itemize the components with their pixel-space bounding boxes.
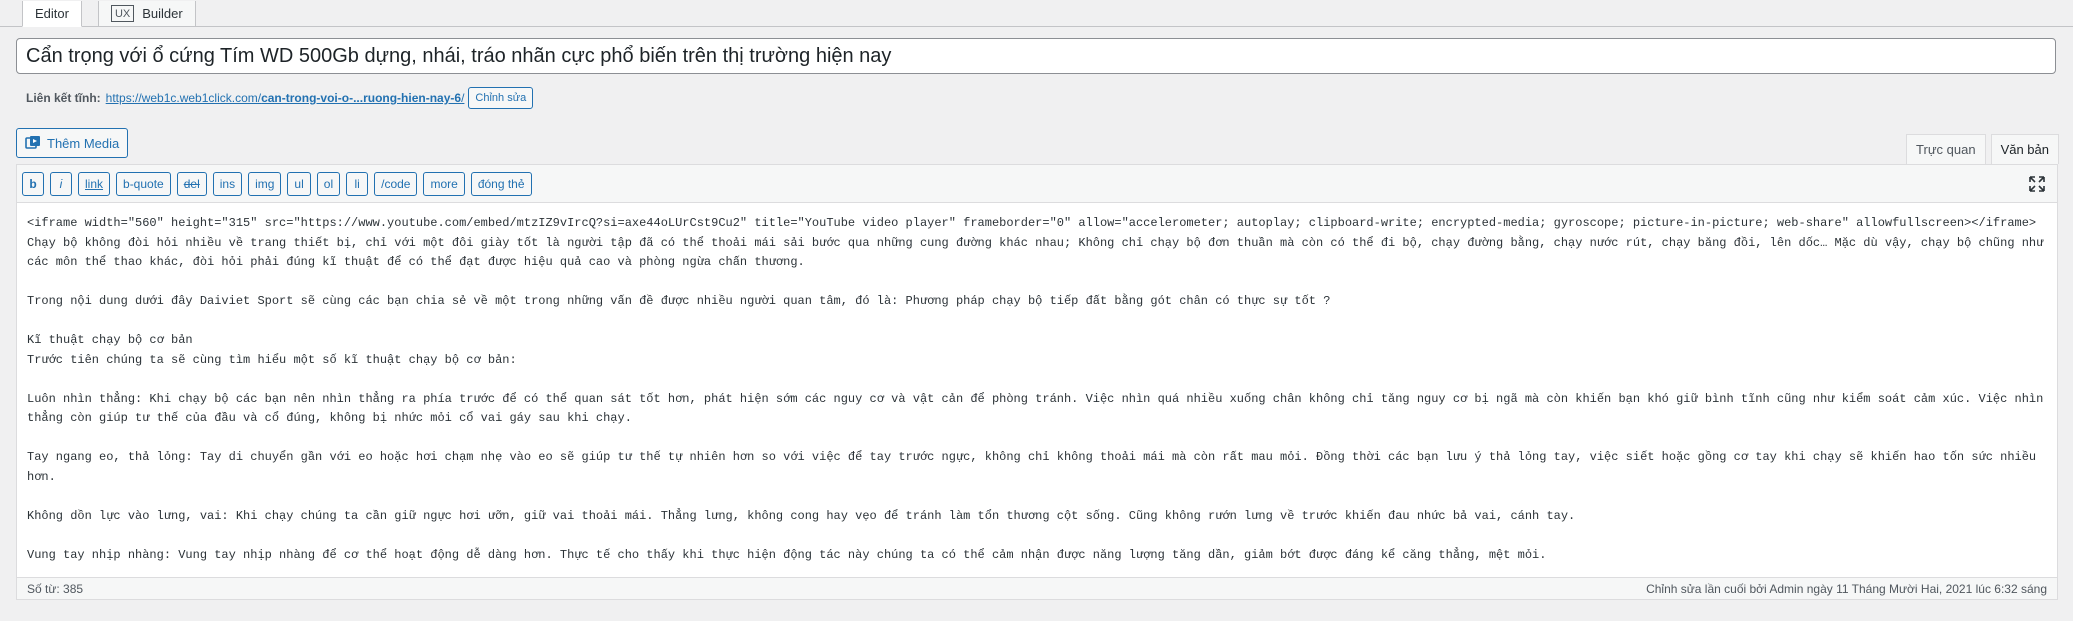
content-line: Luôn nhìn thẳng: Khi chạy bộ các bạn nên… bbox=[27, 391, 2051, 426]
qt-li-button[interactable]: li bbox=[346, 171, 369, 196]
top-tabs-divider bbox=[0, 26, 2073, 27]
permalink-row: Liên kết tĩnh: https://web1c.web1click.c… bbox=[26, 87, 534, 109]
post-title-input[interactable]: Cẩn trọng với ổ cứng Tím WD 500Gb dựng, … bbox=[16, 38, 2056, 74]
edit-permalink-button[interactable]: Chỉnh sửa bbox=[468, 87, 534, 109]
content-blank-line bbox=[27, 312, 2047, 332]
content-blank-line bbox=[27, 526, 2047, 546]
content-line: <iframe width="560" height="315" src="ht… bbox=[27, 216, 2037, 230]
content-line: Kĩ thuật chạy bộ cơ bản bbox=[27, 333, 193, 347]
last-edit-info: Chỉnh sửa lần cuối bởi Admin ngày 11 Thá… bbox=[1646, 581, 2047, 596]
text-editor: b i link b-quote del ins img ul ol li /c… bbox=[16, 164, 2058, 600]
content-line: Tay ngang eo, thả lỏng: Tay di chuyển gầ… bbox=[27, 450, 2044, 484]
permalink-url-prefix: https://web1c.web1click.com/ bbox=[105, 91, 262, 105]
qt-code-button[interactable]: /code bbox=[374, 171, 418, 196]
content-line: Trong nội dung dưới đây Daiviet Sport sẽ… bbox=[27, 294, 1331, 308]
page-builder-tabs: Editor UX Builder bbox=[22, 0, 212, 27]
content-textarea[interactable]: <iframe width="560" height="315" src="ht… bbox=[17, 203, 2057, 588]
content-blank-line bbox=[27, 429, 2047, 449]
qt-bold-button[interactable]: b bbox=[22, 171, 44, 196]
qt-italic-button[interactable]: i bbox=[50, 171, 72, 196]
tab-ux-builder[interactable]: UX Builder bbox=[97, 1, 196, 27]
add-media-label: Thêm Media bbox=[47, 135, 120, 151]
tab-ux-builder-label: Builder bbox=[142, 6, 183, 21]
qt-ins-button[interactable]: ins bbox=[212, 171, 243, 196]
tab-editor[interactable]: Editor bbox=[22, 1, 82, 27]
word-count: Số từ: 385 bbox=[27, 581, 84, 596]
qt-link-button[interactable]: link bbox=[78, 171, 111, 196]
permalink-link[interactable]: https://web1c.web1click.com/can-trong-vo… bbox=[106, 91, 465, 105]
content-line: Không dồn lực vào lưng, vai: Khi chạy ch… bbox=[27, 508, 1576, 523]
editor-status-bar: Số từ: 385 Chỉnh sửa lần cuối bởi Admin … bbox=[17, 577, 2057, 599]
qt-more-button[interactable]: more bbox=[423, 171, 465, 196]
fullscreen-icon[interactable] bbox=[2029, 176, 2045, 192]
qt-del-button[interactable]: del bbox=[176, 171, 207, 196]
tab-visual[interactable]: Trực quan bbox=[1906, 134, 1986, 164]
media-icon bbox=[25, 136, 40, 149]
permalink-url-slug: can-trong-voi-o-...ruong-hien-nay-6 bbox=[261, 91, 462, 105]
qt-ul-button[interactable]: ul bbox=[287, 171, 311, 196]
qt-img-button[interactable]: img bbox=[248, 171, 282, 196]
content-blank-line bbox=[27, 370, 2047, 390]
content-blank-line bbox=[27, 487, 2047, 507]
content-line: Chạy bộ không đòi hỏi nhiều về trang thi… bbox=[27, 235, 2051, 270]
qt-ol-button[interactable]: ol bbox=[316, 171, 341, 196]
qt-blockquote-button[interactable]: b-quote bbox=[116, 171, 171, 196]
permalink-label: Liên kết tĩnh: bbox=[26, 91, 101, 105]
quicktags-toolbar: b i link b-quote del ins img ul ol li /c… bbox=[17, 165, 2057, 203]
editor-mode-tabs: Trực quan Văn bản bbox=[1901, 134, 2059, 164]
add-media-button[interactable]: Thêm Media bbox=[16, 128, 129, 158]
ux-icon: UX bbox=[110, 5, 135, 22]
content-blank-line bbox=[27, 273, 2047, 293]
content-line: Vung tay nhịp nhàng: Vung tay nhịp nhàng… bbox=[27, 547, 1547, 562]
qt-close-tags-button[interactable]: đóng thẻ bbox=[470, 171, 532, 196]
permalink-url-suffix: / bbox=[461, 91, 465, 105]
content-line: Trước tiên chúng ta sẽ cùng tìm hiểu một… bbox=[27, 352, 517, 367]
tab-text[interactable]: Văn bản bbox=[1990, 134, 2059, 164]
